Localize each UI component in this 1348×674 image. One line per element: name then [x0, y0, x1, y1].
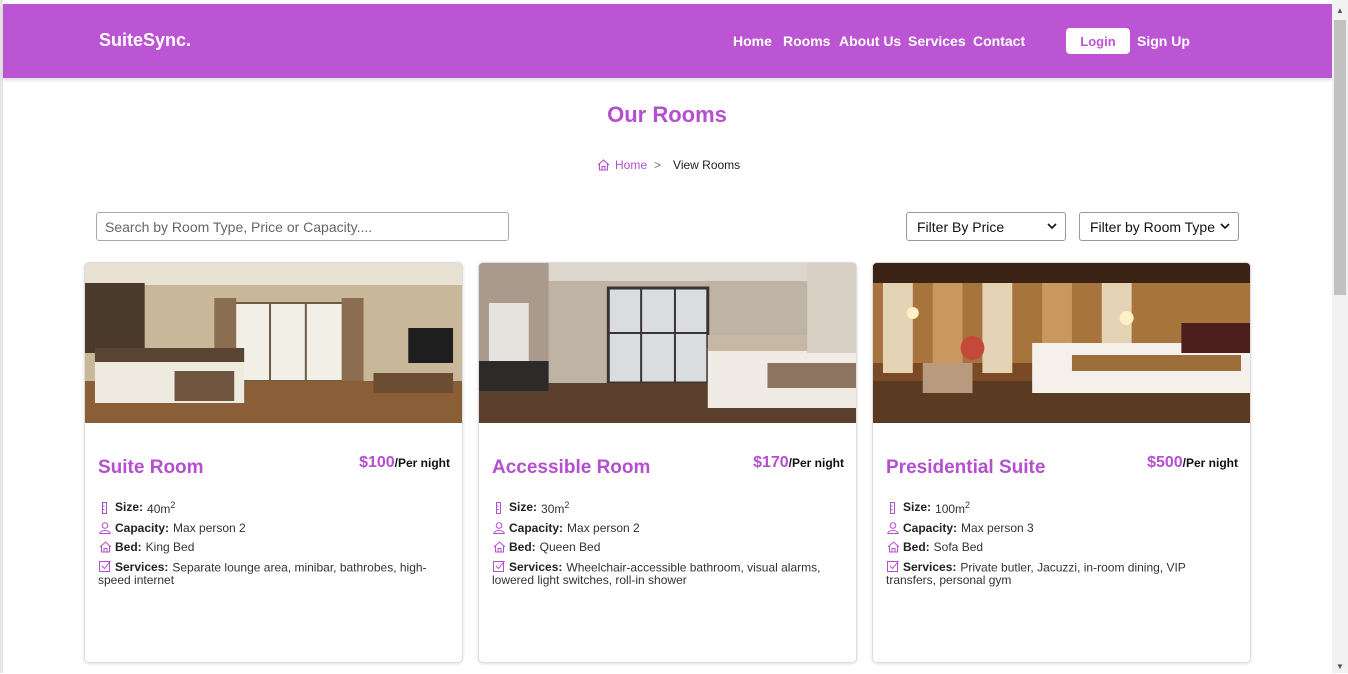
room-title: Presidential Suite	[886, 457, 1046, 478]
filter-by-room-type-select[interactable]: Filter by Room Type	[1079, 212, 1239, 241]
room-capacity-row: Capacity: Max person 2	[98, 520, 448, 535]
capacity-value: Max person 3	[961, 520, 1034, 535]
price-unit: /Per night	[1182, 456, 1238, 470]
nav-link-services[interactable]: Services	[908, 33, 966, 49]
room-card-accessible[interactable]: Accessible Room $170/Per night Size: 30m…	[478, 262, 857, 663]
scroll-up-arrow-icon[interactable]: ▲	[1332, 2, 1348, 18]
room-size-row: Size: 100m2	[886, 500, 1236, 516]
room-price: $170/Per night	[753, 454, 844, 472]
scroll-down-arrow-icon[interactable]: ▼	[1332, 658, 1348, 674]
room-bed-row: Bed: King Bed	[98, 539, 448, 554]
user-icon	[886, 522, 900, 535]
bed-label: Bed:	[509, 539, 536, 554]
user-icon	[98, 522, 112, 535]
room-details: Size: 30m2 Capacity: Max person 2 Bed: Q…	[492, 500, 842, 592]
room-details: Size: 40m2 Capacity: Max person 2 Bed: K…	[98, 500, 448, 592]
price-unit: /Per night	[788, 456, 844, 470]
home-icon	[98, 541, 112, 554]
nav-link-about-us[interactable]: About Us	[839, 33, 901, 49]
room-bed-row: Bed: Sofa Bed	[886, 539, 1236, 554]
vertical-scrollbar[interactable]: ▲ ▼	[1332, 0, 1348, 673]
size-value: 30m2	[541, 500, 570, 516]
room-services-row: Services: Separate lounge area, minibar, …	[98, 560, 448, 587]
room-size-row: Size: 40m2	[98, 500, 448, 516]
filter-by-price-label: Filter By Price	[917, 218, 1005, 235]
nav-link-contact[interactable]: Contact	[973, 33, 1025, 49]
room-price: $100/Per night	[359, 454, 450, 472]
breadcrumb: Home > View Rooms	[597, 158, 740, 172]
room-card-presidential[interactable]: Presidential Suite $500/Per night Size: …	[872, 262, 1251, 663]
chevron-down-icon	[1220, 223, 1230, 230]
size-value: 100m2	[935, 500, 971, 516]
signup-link[interactable]: Sign Up	[1137, 33, 1190, 49]
room-capacity-row: Capacity: Max person 2	[492, 520, 842, 535]
breadcrumb-home-link[interactable]: Home	[615, 158, 647, 172]
breadcrumb-separator: >	[654, 158, 662, 172]
user-icon	[492, 522, 506, 535]
home-icon	[597, 159, 610, 171]
checkbox-icon	[98, 560, 112, 573]
room-bed-row: Bed: Queen Bed	[492, 539, 842, 554]
size-label: Size:	[115, 500, 144, 514]
scrollbar-thumb[interactable]	[1334, 20, 1346, 295]
room-capacity-row: Capacity: Max person 3	[886, 520, 1236, 535]
room-photo	[479, 263, 856, 423]
bed-label: Bed:	[115, 539, 142, 554]
room-size-row: Size: 30m2	[492, 500, 842, 516]
page-title: Our Rooms	[607, 102, 727, 127]
capacity-label: Capacity:	[509, 520, 564, 535]
window-edge	[0, 0, 3, 673]
capacity-label: Capacity:	[115, 520, 170, 535]
capacity-label: Capacity:	[903, 520, 958, 535]
filter-by-room-type-label: Filter by Room Type	[1090, 218, 1216, 235]
price-amount: $100	[359, 454, 395, 471]
breadcrumb-current: View Rooms	[673, 158, 741, 172]
home-icon	[886, 541, 900, 554]
bed-value: Sofa Bed	[933, 539, 984, 554]
checkbox-icon	[492, 560, 506, 573]
capacity-value: Max person 2	[567, 520, 640, 535]
top-navbar: SuiteSync. Home Rooms About Us Services …	[3, 4, 1332, 78]
login-button[interactable]: Login	[1066, 28, 1130, 54]
ruler-icon	[98, 501, 112, 514]
size-label: Size:	[903, 500, 932, 514]
bed-label: Bed:	[903, 539, 930, 554]
bed-value: Queen Bed	[539, 539, 601, 554]
checkbox-icon	[886, 560, 900, 573]
capacity-value: Max person 2	[173, 520, 246, 535]
nav-link-rooms[interactable]: Rooms	[783, 33, 830, 49]
home-icon	[492, 541, 506, 554]
search-input[interactable]	[96, 212, 509, 241]
brand-logo[interactable]: SuiteSync.	[99, 30, 191, 51]
room-card-suite[interactable]: Suite Room $100/Per night Size: 40m2 Cap…	[84, 262, 463, 663]
room-photo	[873, 263, 1250, 423]
nav-link-home[interactable]: Home	[733, 33, 772, 49]
room-title: Suite Room	[98, 457, 204, 478]
price-amount: $500	[1147, 454, 1183, 471]
room-services-row: Services: Private butler, Jacuzzi, in-roo…	[886, 560, 1236, 587]
filter-by-price-select[interactable]: Filter By Price	[906, 212, 1066, 241]
price-amount: $170	[753, 454, 789, 471]
price-unit: /Per night	[394, 456, 450, 470]
ruler-icon	[886, 501, 900, 514]
chevron-down-icon	[1047, 223, 1057, 230]
ruler-icon	[492, 501, 506, 514]
room-price: $500/Per night	[1147, 454, 1238, 472]
size-label: Size:	[509, 500, 538, 514]
room-title: Accessible Room	[492, 457, 651, 478]
room-services-row: Services: Wheelchair-accessible bathroom,…	[492, 560, 842, 587]
room-photo	[85, 263, 462, 423]
size-value: 40m2	[147, 500, 176, 516]
room-details: Size: 100m2 Capacity: Max person 3 Bed: …	[886, 500, 1236, 592]
bed-value: King Bed	[145, 539, 195, 554]
